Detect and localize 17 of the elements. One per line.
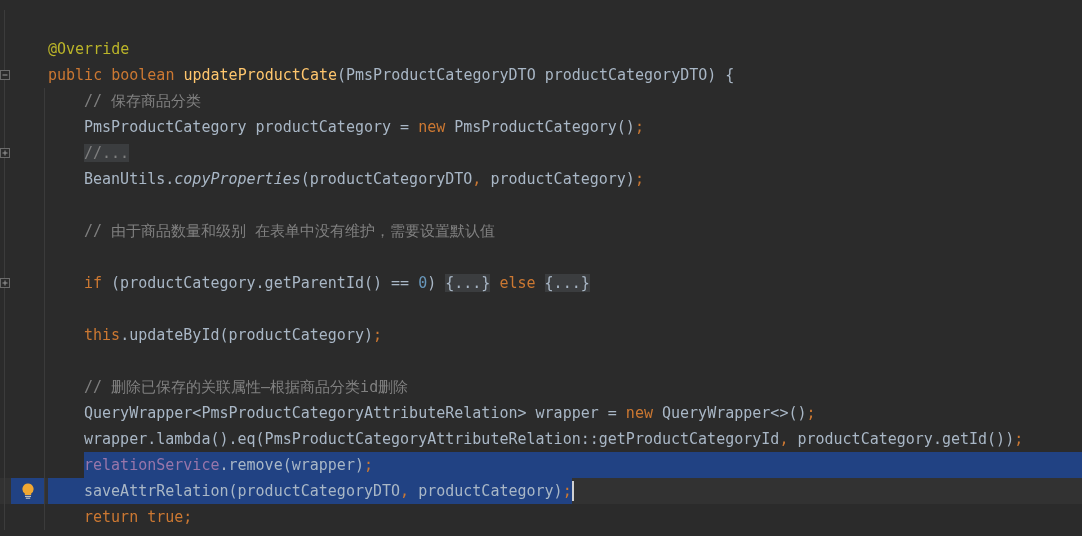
code-line: if (productCategory.getParentId() == 0) {...} else {...} <box>84 273 590 294</box>
code-line: // 删除已保存的关联属性—根据商品分类id删除 <box>84 377 409 398</box>
fold-minus-icon[interactable] <box>0 70 10 80</box>
code-line: QueryWrapper<PmsProductCategoryAttributeRelation> wrapper = new QueryWrapper<>(); <box>84 403 816 424</box>
code-line: return true; <box>84 507 193 528</box>
fold-plus-icon[interactable] <box>0 148 10 158</box>
code-line: wrapper.lambda().eq(PmsProductCategoryAttributeRelation::getProductCategoryId, productCategory.getId()); <box>84 429 1024 450</box>
lightbulb-icon[interactable] <box>21 483 34 499</box>
code-line: // 保存商品分类 <box>84 91 202 112</box>
text-caret <box>571 481 574 501</box>
code-line: this.updateById(productCategory); <box>84 325 383 346</box>
fold-plus-icon[interactable] <box>0 278 10 288</box>
code-line: public boolean updateProductCate(PmsProductCategoryDTO productCategoryDTO) { <box>48 65 735 86</box>
code-line: PmsProductCategory productCategory = new PmsProductCategory(); <box>84 117 644 138</box>
code-line: BeanUtils.copyProperties(productCategoryDTO, productCategory); <box>84 169 644 190</box>
code-line: @Override <box>48 39 130 60</box>
code-line: // 由于商品数量和级别 在表单中没有维护，需要设置默认值 <box>84 221 496 242</box>
